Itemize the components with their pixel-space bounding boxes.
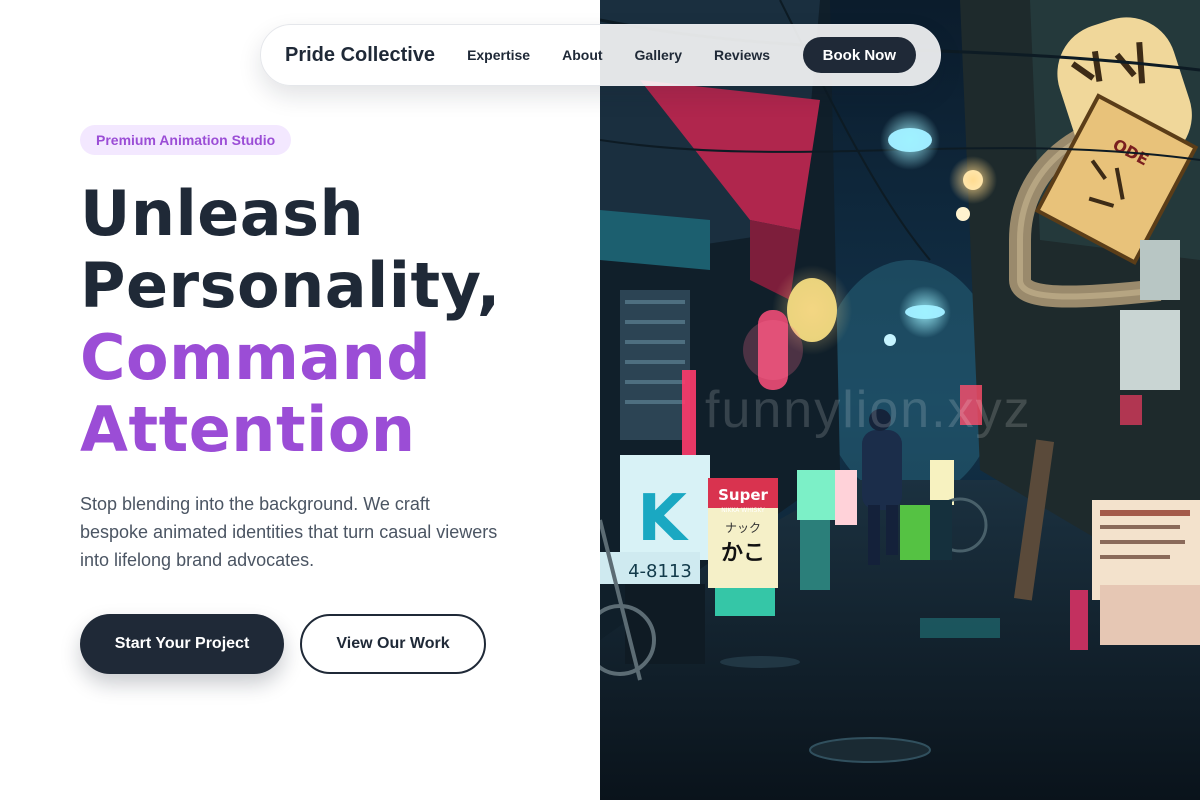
nav-link-gallery[interactable]: Gallery [635, 47, 682, 63]
brand-logo[interactable]: Pride Collective [285, 44, 435, 67]
view-work-button[interactable]: View Our Work [300, 614, 486, 674]
watermark-text: funnylion.xyz [705, 381, 1032, 439]
kana-top-text: ナック [725, 521, 761, 535]
navbar: Pride Collective Expertise About Gallery… [260, 24, 941, 86]
hero-subtext: Stop blending into the background. We cr… [80, 494, 498, 570]
book-now-button[interactable]: Book Now [802, 37, 916, 73]
hero-image: ODE K 4-8113 Super NIKKA WHISKY ナック かこ f… [600, 0, 1200, 800]
nav-link-expertise[interactable]: Expertise [467, 47, 530, 63]
nav-links: Expertise About Gallery Reviews [467, 47, 802, 63]
phone-sign-text: 4-8113 [628, 561, 692, 582]
headline-line-1: Unleash [80, 177, 365, 250]
headline-line-4: Attention [80, 393, 416, 466]
nav-link-reviews[interactable]: Reviews [714, 47, 770, 63]
headline-line-2: Personality, [80, 249, 501, 322]
kana-sign-text: かこ [721, 541, 765, 566]
k-sign-letter: K [637, 482, 689, 556]
nav-link-about[interactable]: About [562, 47, 602, 63]
headline-line-3: Command [80, 321, 432, 394]
super-sign-subtext: NIKKA WHISKY [721, 507, 765, 514]
hero-headline: Unleash Personality, Command Attention [80, 178, 580, 466]
start-project-button[interactable]: Start Your Project [80, 614, 284, 674]
super-sign-text: Super [718, 486, 768, 504]
studio-badge: Premium Animation Studio [80, 125, 292, 155]
